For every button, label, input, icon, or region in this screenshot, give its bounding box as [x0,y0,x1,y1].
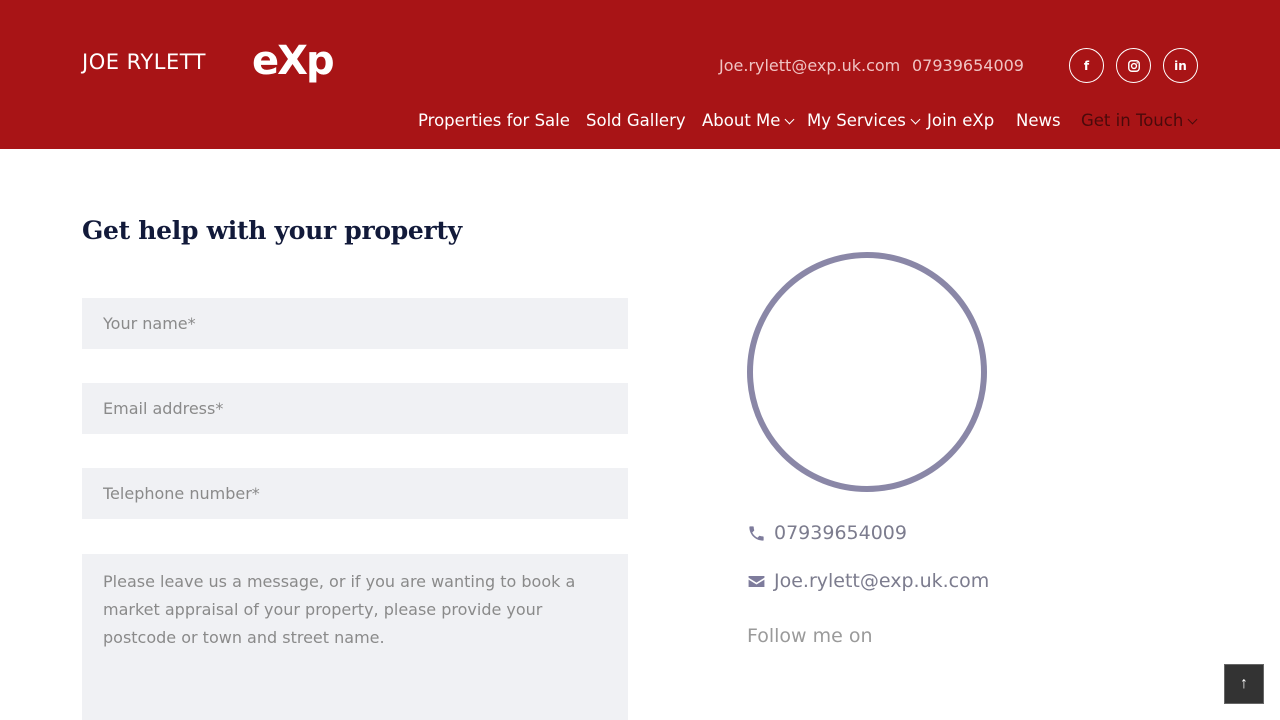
chevron-down-icon [910,114,921,125]
nav-label: My Services [807,111,906,130]
site-header: JOE RYLETT eXp Joe.rylett@exp.uk.com 079… [0,0,1280,149]
nav-about-me[interactable]: About Me [702,111,795,130]
agent-avatar [747,252,987,492]
sidebar-email: Joe.rylett@exp.uk.com [774,570,990,592]
instagram-icon [1127,59,1140,72]
instagram-button[interactable] [1116,48,1151,83]
nav-sold-gallery[interactable]: Sold Gallery [586,111,686,130]
telephone-input[interactable] [82,468,628,519]
nav-label: About Me [702,111,781,130]
phone-icon [749,525,764,541]
brand-name[interactable]: JOE RYLETT [82,50,206,74]
nav-label: News [1016,111,1061,130]
nav-label: Sold Gallery [586,111,686,130]
nav-label: Properties for Sale [418,111,570,130]
follow-label: Follow me on [747,625,873,647]
form-title: Get help with your property [82,216,462,245]
sidebar-phone: 07939654009 [774,522,907,544]
envelope-icon [748,575,765,587]
nav-label: Get in Touch [1081,111,1184,130]
message-textarea[interactable] [82,554,628,720]
linkedin-button[interactable]: in [1163,48,1198,83]
exp-logo[interactable]: eXp [252,38,335,84]
chevron-down-icon [1187,114,1198,125]
chevron-down-icon [784,114,795,125]
header-email-link[interactable]: Joe.rylett@exp.uk.com [719,56,900,75]
linkedin-icon: in [1174,58,1187,73]
nav-news[interactable]: News [1016,111,1061,130]
nav-get-in-touch[interactable]: Get in Touch [1081,111,1198,130]
nav-join-exp[interactable]: Join eXp [927,111,994,130]
nav-my-services[interactable]: My Services [807,111,921,130]
facebook-icon: f [1083,58,1090,73]
nav-properties-for-sale[interactable]: Properties for Sale [418,111,570,130]
sidebar-phone-link[interactable]: 07939654009 [747,522,907,544]
sidebar-email-link[interactable]: Joe.rylett@exp.uk.com [747,570,989,592]
name-input[interactable] [82,298,628,349]
arrow-up-icon: ↑ [1240,675,1248,692]
header-phone-link[interactable]: 07939654009 [912,56,1024,75]
email-input[interactable] [82,383,628,434]
facebook-button[interactable]: f [1069,48,1104,83]
back-to-top-button[interactable]: ↑ [1224,664,1264,704]
nav-label: Join eXp [927,111,995,130]
